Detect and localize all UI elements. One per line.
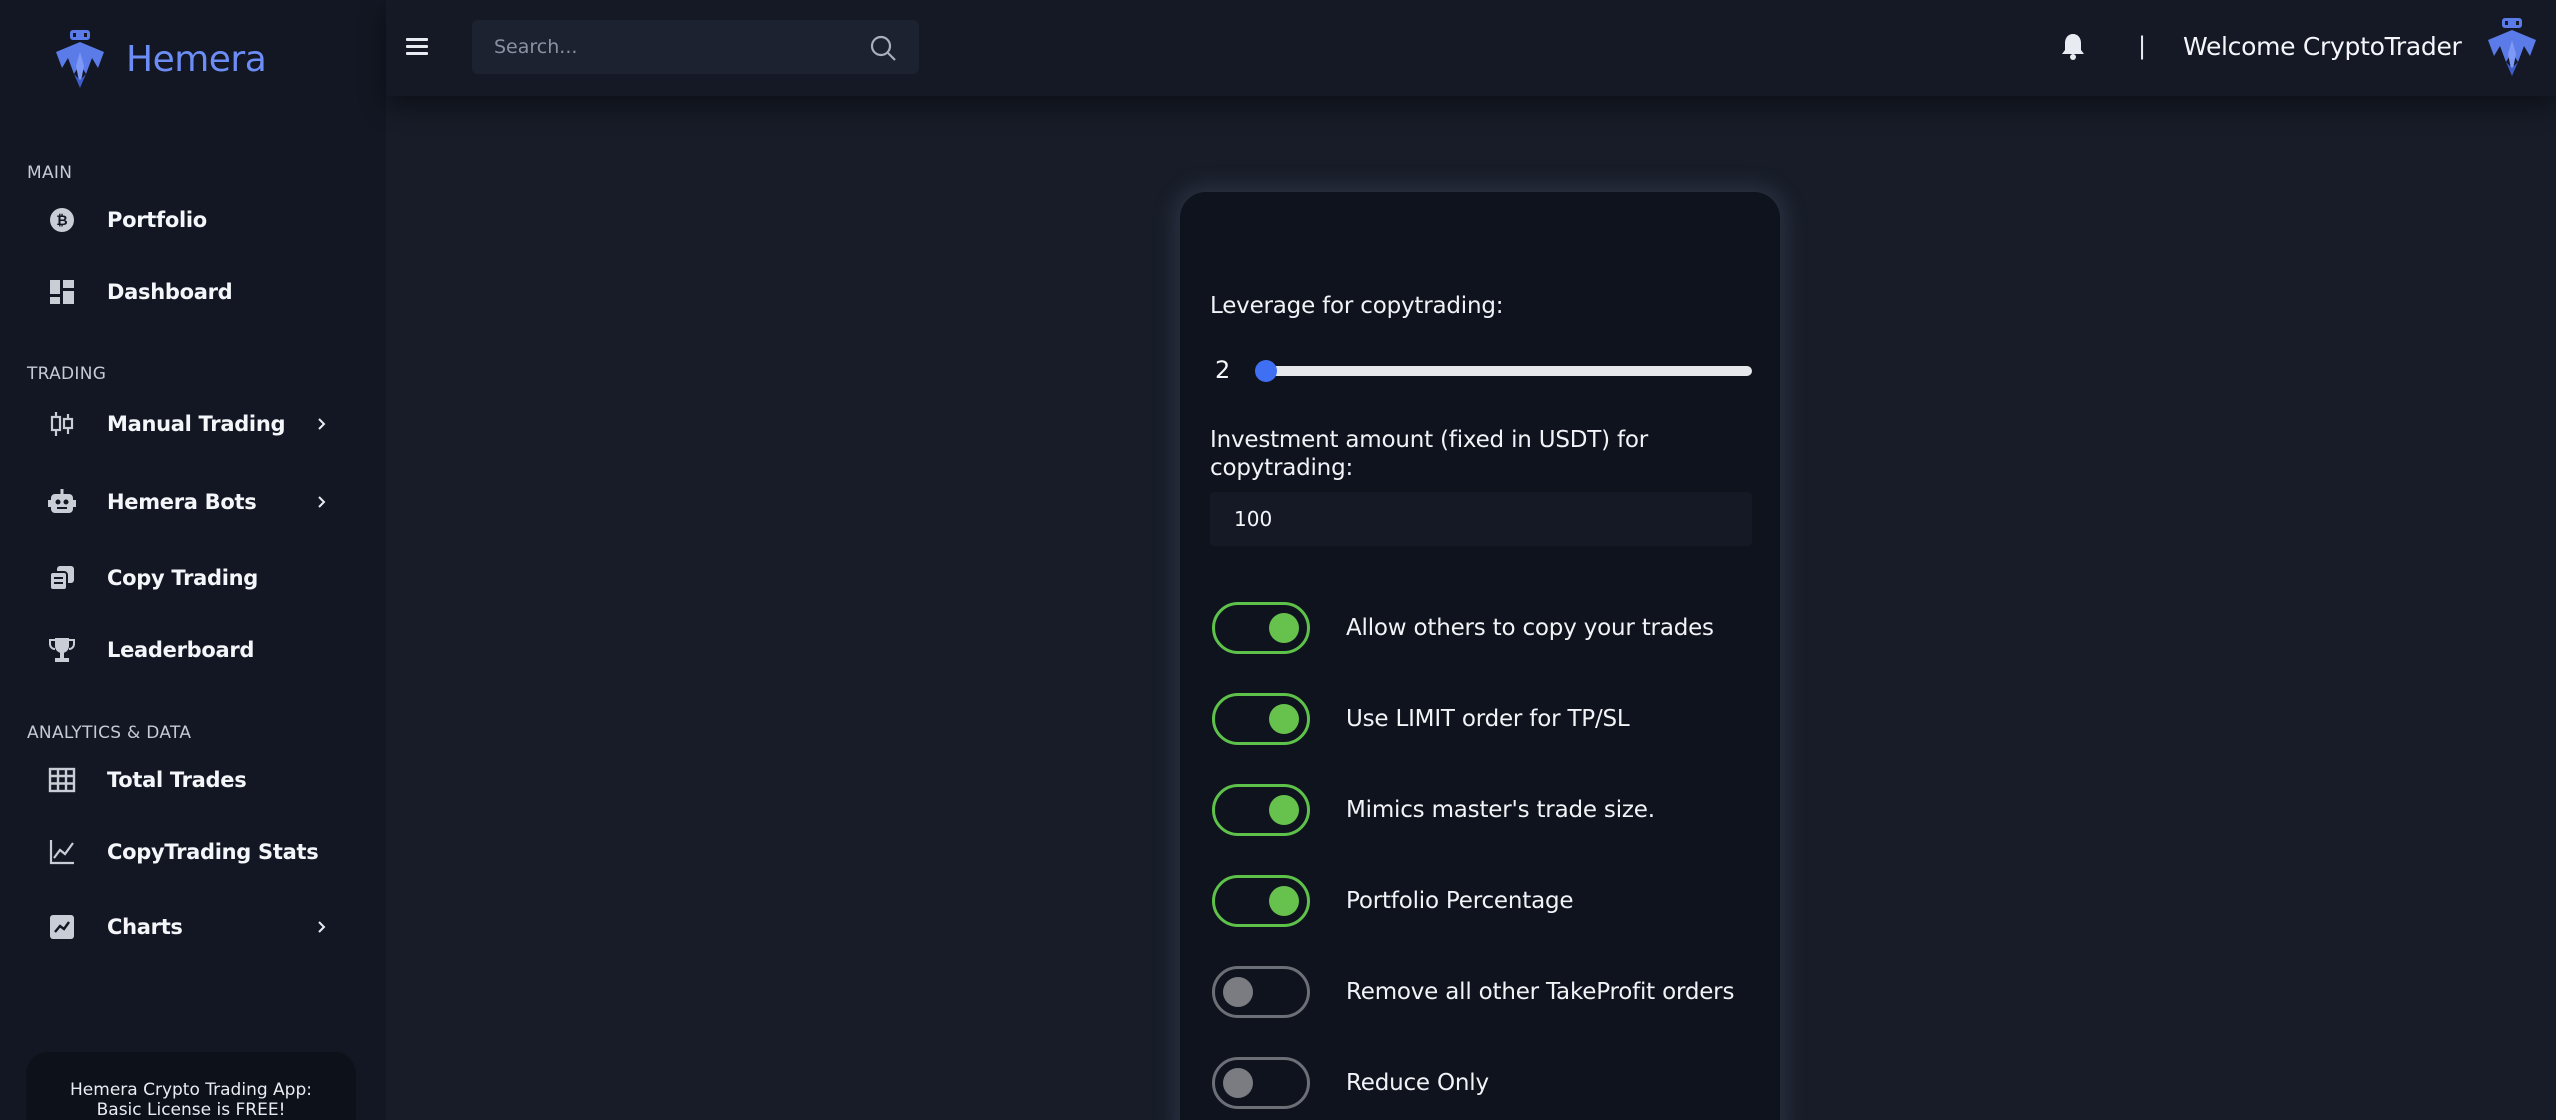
- toggle-row-allow-copy: Allow others to copy your trades: [1212, 601, 1752, 655]
- investment-label: Investment amount (fixed in USDT) for co…: [1210, 426, 1648, 482]
- chart-box-icon: [48, 913, 76, 941]
- leverage-slider[interactable]: [1254, 360, 1752, 382]
- chevron-right-icon: [318, 418, 326, 430]
- sidebar-item-leaderboard[interactable]: Leaderboard: [0, 620, 386, 680]
- copytrading-settings-card: Leverage for copytrading: 2 Investment a…: [1180, 192, 1780, 1120]
- sidebar-item-label: Total Trades: [107, 768, 247, 792]
- welcome-text: Welcome CryptoTrader: [2183, 32, 2462, 61]
- portfolio-percentage-toggle[interactable]: [1212, 875, 1310, 927]
- toggle-label: Reduce Only: [1346, 1070, 1489, 1096]
- dashboard-icon: [48, 278, 76, 306]
- topbar-divider: |: [2138, 32, 2147, 60]
- sidebar-item-manual-trading[interactable]: Manual Trading: [0, 394, 386, 454]
- toggle-label: Allow others to copy your trades: [1346, 615, 1714, 641]
- license-text-line1: Hemera Crypto Trading App:: [70, 1080, 312, 1100]
- sidebar-item-label: Leaderboard: [107, 638, 255, 662]
- investment-amount-input[interactable]: [1210, 492, 1752, 546]
- search-icon[interactable]: [869, 34, 897, 62]
- brand-name: Hemera: [126, 38, 267, 80]
- leverage-slider-thumb[interactable]: [1254, 360, 1277, 382]
- sidebar-item-copy-trading[interactable]: Copy Trading: [0, 548, 386, 608]
- notification-bell-icon[interactable]: [2060, 32, 2086, 60]
- toggle-knob: [1269, 886, 1299, 916]
- investment-label-line1: Investment amount (fixed in USDT) for: [1210, 427, 1649, 453]
- sidebar-item-charts[interactable]: Charts: [0, 897, 386, 957]
- toggle-label: Portfolio Percentage: [1346, 888, 1574, 914]
- sidebar-item-copytrading-stats[interactable]: CopyTrading Stats: [0, 822, 386, 882]
- toggle-knob: [1269, 613, 1299, 643]
- toggle-knob: [1269, 795, 1299, 825]
- sidebar-item-portfolio[interactable]: ₿ Portfolio: [0, 190, 386, 250]
- toggle-knob: [1223, 977, 1253, 1007]
- brand[interactable]: Hemera: [52, 28, 267, 90]
- toggle-row-portfolio-percentage: Portfolio Percentage: [1212, 874, 1752, 928]
- hamburger-menu-icon[interactable]: [406, 38, 428, 56]
- section-label-analytics: ANALYTICS & DATA: [27, 723, 192, 743]
- sidebar-item-label: Manual Trading: [107, 412, 286, 436]
- candlestick-icon: [48, 410, 76, 438]
- line-chart-icon: [48, 838, 76, 866]
- toggle-row-remove-takeprofit: Remove all other TakeProfit orders: [1212, 965, 1752, 1019]
- toggle-label: Remove all other TakeProfit orders: [1346, 979, 1735, 1005]
- bitcoin-icon: ₿: [48, 206, 76, 234]
- sidebar-item-label: Dashboard: [107, 280, 233, 304]
- topbar: | Welcome CryptoTrader: [386, 0, 2556, 96]
- license-banner[interactable]: Hemera Crypto Trading App: Basic License…: [26, 1052, 356, 1120]
- sidebar-item-label: Charts: [107, 915, 183, 939]
- hemera-logo-icon: [56, 30, 104, 88]
- mimic-trade-size-toggle[interactable]: [1212, 784, 1310, 836]
- section-label-trading: TRADING: [27, 364, 107, 384]
- sidebar: Hemera MAIN ₿ Portfolio Dashboard TRADIN…: [0, 0, 386, 1120]
- sidebar-item-total-trades[interactable]: Total Trades: [0, 750, 386, 810]
- allow-copy-toggle[interactable]: [1212, 602, 1310, 654]
- investment-label-line2: copytrading:: [1210, 455, 1354, 481]
- sidebar-item-dashboard[interactable]: Dashboard: [0, 262, 386, 322]
- license-text-line2: Basic License is FREE!: [96, 1100, 286, 1120]
- trophy-icon: [48, 636, 76, 664]
- leverage-label: Leverage for copytrading:: [1210, 293, 1504, 319]
- toggle-label: Use LIMIT order for TP/SL: [1346, 706, 1630, 732]
- robot-icon: [48, 488, 76, 516]
- sidebar-item-hemera-bots[interactable]: Hemera Bots: [0, 472, 386, 532]
- sidebar-item-label: CopyTrading Stats: [107, 840, 319, 864]
- search-box: [472, 20, 919, 74]
- avatar[interactable]: [2484, 16, 2540, 78]
- toggle-label: Mimics master's trade size.: [1346, 797, 1655, 823]
- remove-takeprofit-toggle[interactable]: [1212, 966, 1310, 1018]
- chevron-right-icon: [318, 921, 326, 933]
- sidebar-item-label: Portfolio: [107, 208, 207, 232]
- toggle-row-reduce-only: Reduce Only: [1212, 1056, 1752, 1110]
- toggle-row-limit-order: Use LIMIT order for TP/SL: [1212, 692, 1752, 746]
- sidebar-item-label: Hemera Bots: [107, 490, 257, 514]
- toggle-knob: [1223, 1068, 1253, 1098]
- reduce-only-toggle[interactable]: [1212, 1057, 1310, 1109]
- toggle-knob: [1269, 704, 1299, 734]
- copy-icon: [48, 564, 76, 592]
- limit-order-toggle[interactable]: [1212, 693, 1310, 745]
- section-label-main: MAIN: [27, 163, 73, 183]
- search-input[interactable]: [472, 20, 852, 74]
- svg-text:₿: ₿: [56, 213, 67, 229]
- sidebar-item-label: Copy Trading: [107, 566, 259, 590]
- leverage-value: 2: [1215, 356, 1231, 384]
- toggle-row-mimic-size: Mimics master's trade size.: [1212, 783, 1752, 837]
- table-icon: [48, 766, 76, 794]
- chevron-right-icon: [318, 496, 326, 508]
